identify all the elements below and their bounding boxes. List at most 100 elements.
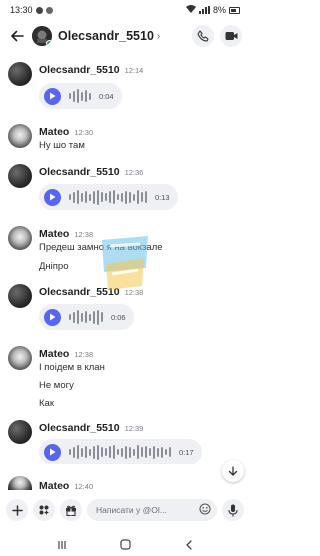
waveform-bar [77, 190, 79, 204]
video-call-button[interactable] [220, 25, 242, 47]
waveform-bar [117, 194, 119, 200]
waveform-bar [69, 314, 71, 320]
apps-button[interactable] [33, 499, 55, 521]
message-timestamp: 12:39 [124, 424, 144, 433]
avatar[interactable] [8, 226, 32, 250]
home-icon[interactable] [119, 537, 131, 555]
add-attachment-button[interactable] [6, 499, 28, 521]
waveform-bar [81, 91, 83, 101]
message-text: Не могу [39, 380, 74, 391]
jump-to-present-button[interactable] [222, 460, 244, 482]
audio-waveform[interactable] [69, 189, 147, 205]
message-timestamp: 12:40 [74, 482, 94, 491]
message-composer: Написати у @Ol... [0, 494, 250, 526]
back-icon[interactable] [184, 537, 194, 555]
message-author[interactable]: Mateo [39, 228, 69, 240]
chat-header: Olecsandr_5510 › [0, 20, 250, 52]
waveform-bar [113, 190, 115, 204]
avatar[interactable] [8, 346, 32, 370]
gift-button[interactable] [60, 499, 82, 521]
battery-percent: 8% [212, 5, 226, 15]
waveform-bar [97, 444, 99, 460]
play-icon [50, 448, 56, 456]
avatar[interactable] [8, 420, 32, 444]
waveform-bar [89, 313, 91, 321]
chevron-right-icon[interactable]: › [157, 31, 160, 42]
message-text: Как [39, 398, 54, 409]
recent-apps-icon[interactable] [57, 537, 67, 555]
avatar[interactable] [8, 476, 32, 490]
waveform-bar [77, 310, 79, 324]
waveform-bar [89, 448, 91, 456]
waveform-bar [81, 192, 83, 202]
waveform-bar [141, 192, 143, 202]
avatar[interactable] [8, 284, 32, 308]
watermark-logo [96, 228, 154, 294]
plus-icon [11, 504, 23, 516]
waveform-bar [165, 449, 167, 455]
waveform-bar [85, 191, 87, 203]
voice-message: 0:13 [39, 184, 178, 210]
play-button[interactable] [44, 87, 61, 105]
waveform-bar [89, 92, 91, 100]
microphone-icon [228, 504, 238, 516]
waveform-bar [153, 445, 155, 459]
avatar[interactable] [32, 26, 52, 46]
notification-icon [35, 6, 43, 14]
message-text: Ну шо там [39, 140, 85, 151]
voice-message: 0:04 [39, 83, 122, 109]
message-timestamp: 12:38 [74, 230, 94, 239]
voice-duration: 0:17 [179, 447, 194, 457]
waveform-bar [109, 191, 111, 203]
message-author[interactable]: Mateo [39, 126, 69, 138]
waveform-bar [113, 445, 115, 459]
back-arrow-icon[interactable] [8, 27, 26, 45]
waveform-bar [97, 309, 99, 325]
status-bar: 13:30 8% [0, 0, 250, 20]
waveform-bar [97, 189, 99, 205]
gift-icon [66, 505, 76, 516]
apps-icon [39, 505, 49, 515]
emoji-icon[interactable] [199, 503, 211, 517]
waveform-bar [85, 311, 87, 323]
play-button[interactable] [44, 308, 61, 326]
play-icon [50, 193, 56, 201]
message-author[interactable]: Mateo [39, 480, 69, 492]
system-navigation-bar [0, 536, 250, 556]
waveform-bar [93, 445, 95, 459]
waveform-bar [77, 445, 79, 459]
voice-call-button[interactable] [192, 25, 214, 47]
avatar[interactable] [8, 124, 32, 148]
waveform-bar [145, 446, 147, 458]
audio-waveform[interactable] [69, 88, 91, 104]
message-input[interactable]: Написати у @Ol... [87, 499, 217, 521]
waveform-bar [109, 446, 111, 458]
message-text: Дніпро [39, 261, 69, 272]
message-author[interactable]: Olecsandr_5510 [39, 166, 120, 178]
play-button[interactable] [44, 443, 61, 461]
signal-icon [198, 6, 210, 14]
avatar[interactable] [8, 62, 32, 86]
waveform-bar [77, 89, 79, 103]
waveform-bar [81, 447, 83, 457]
voice-record-button[interactable] [222, 499, 244, 521]
waveform-bar [137, 445, 139, 459]
waveform-bar [73, 311, 75, 323]
waveform-bar [101, 447, 103, 457]
message-author[interactable]: Olecsandr_5510 [39, 64, 120, 76]
play-button[interactable] [44, 188, 61, 206]
avatar[interactable] [8, 164, 32, 188]
audio-waveform[interactable] [69, 309, 103, 325]
waveform-bar [69, 449, 71, 455]
message-author[interactable]: Olecsandr_5510 [39, 422, 120, 434]
notification-icon [45, 6, 53, 14]
waveform-bar [129, 191, 131, 203]
message-timestamp: 12:30 [74, 128, 94, 137]
audio-waveform[interactable] [69, 444, 171, 460]
message-text: І поідем в клан [39, 362, 105, 373]
waveform-bar [73, 191, 75, 203]
channel-name[interactable]: Olecsandr_5510 [58, 29, 154, 43]
waveform-bar [133, 448, 135, 456]
message-author[interactable]: Mateo [39, 348, 69, 360]
waveform-bar [69, 93, 71, 99]
